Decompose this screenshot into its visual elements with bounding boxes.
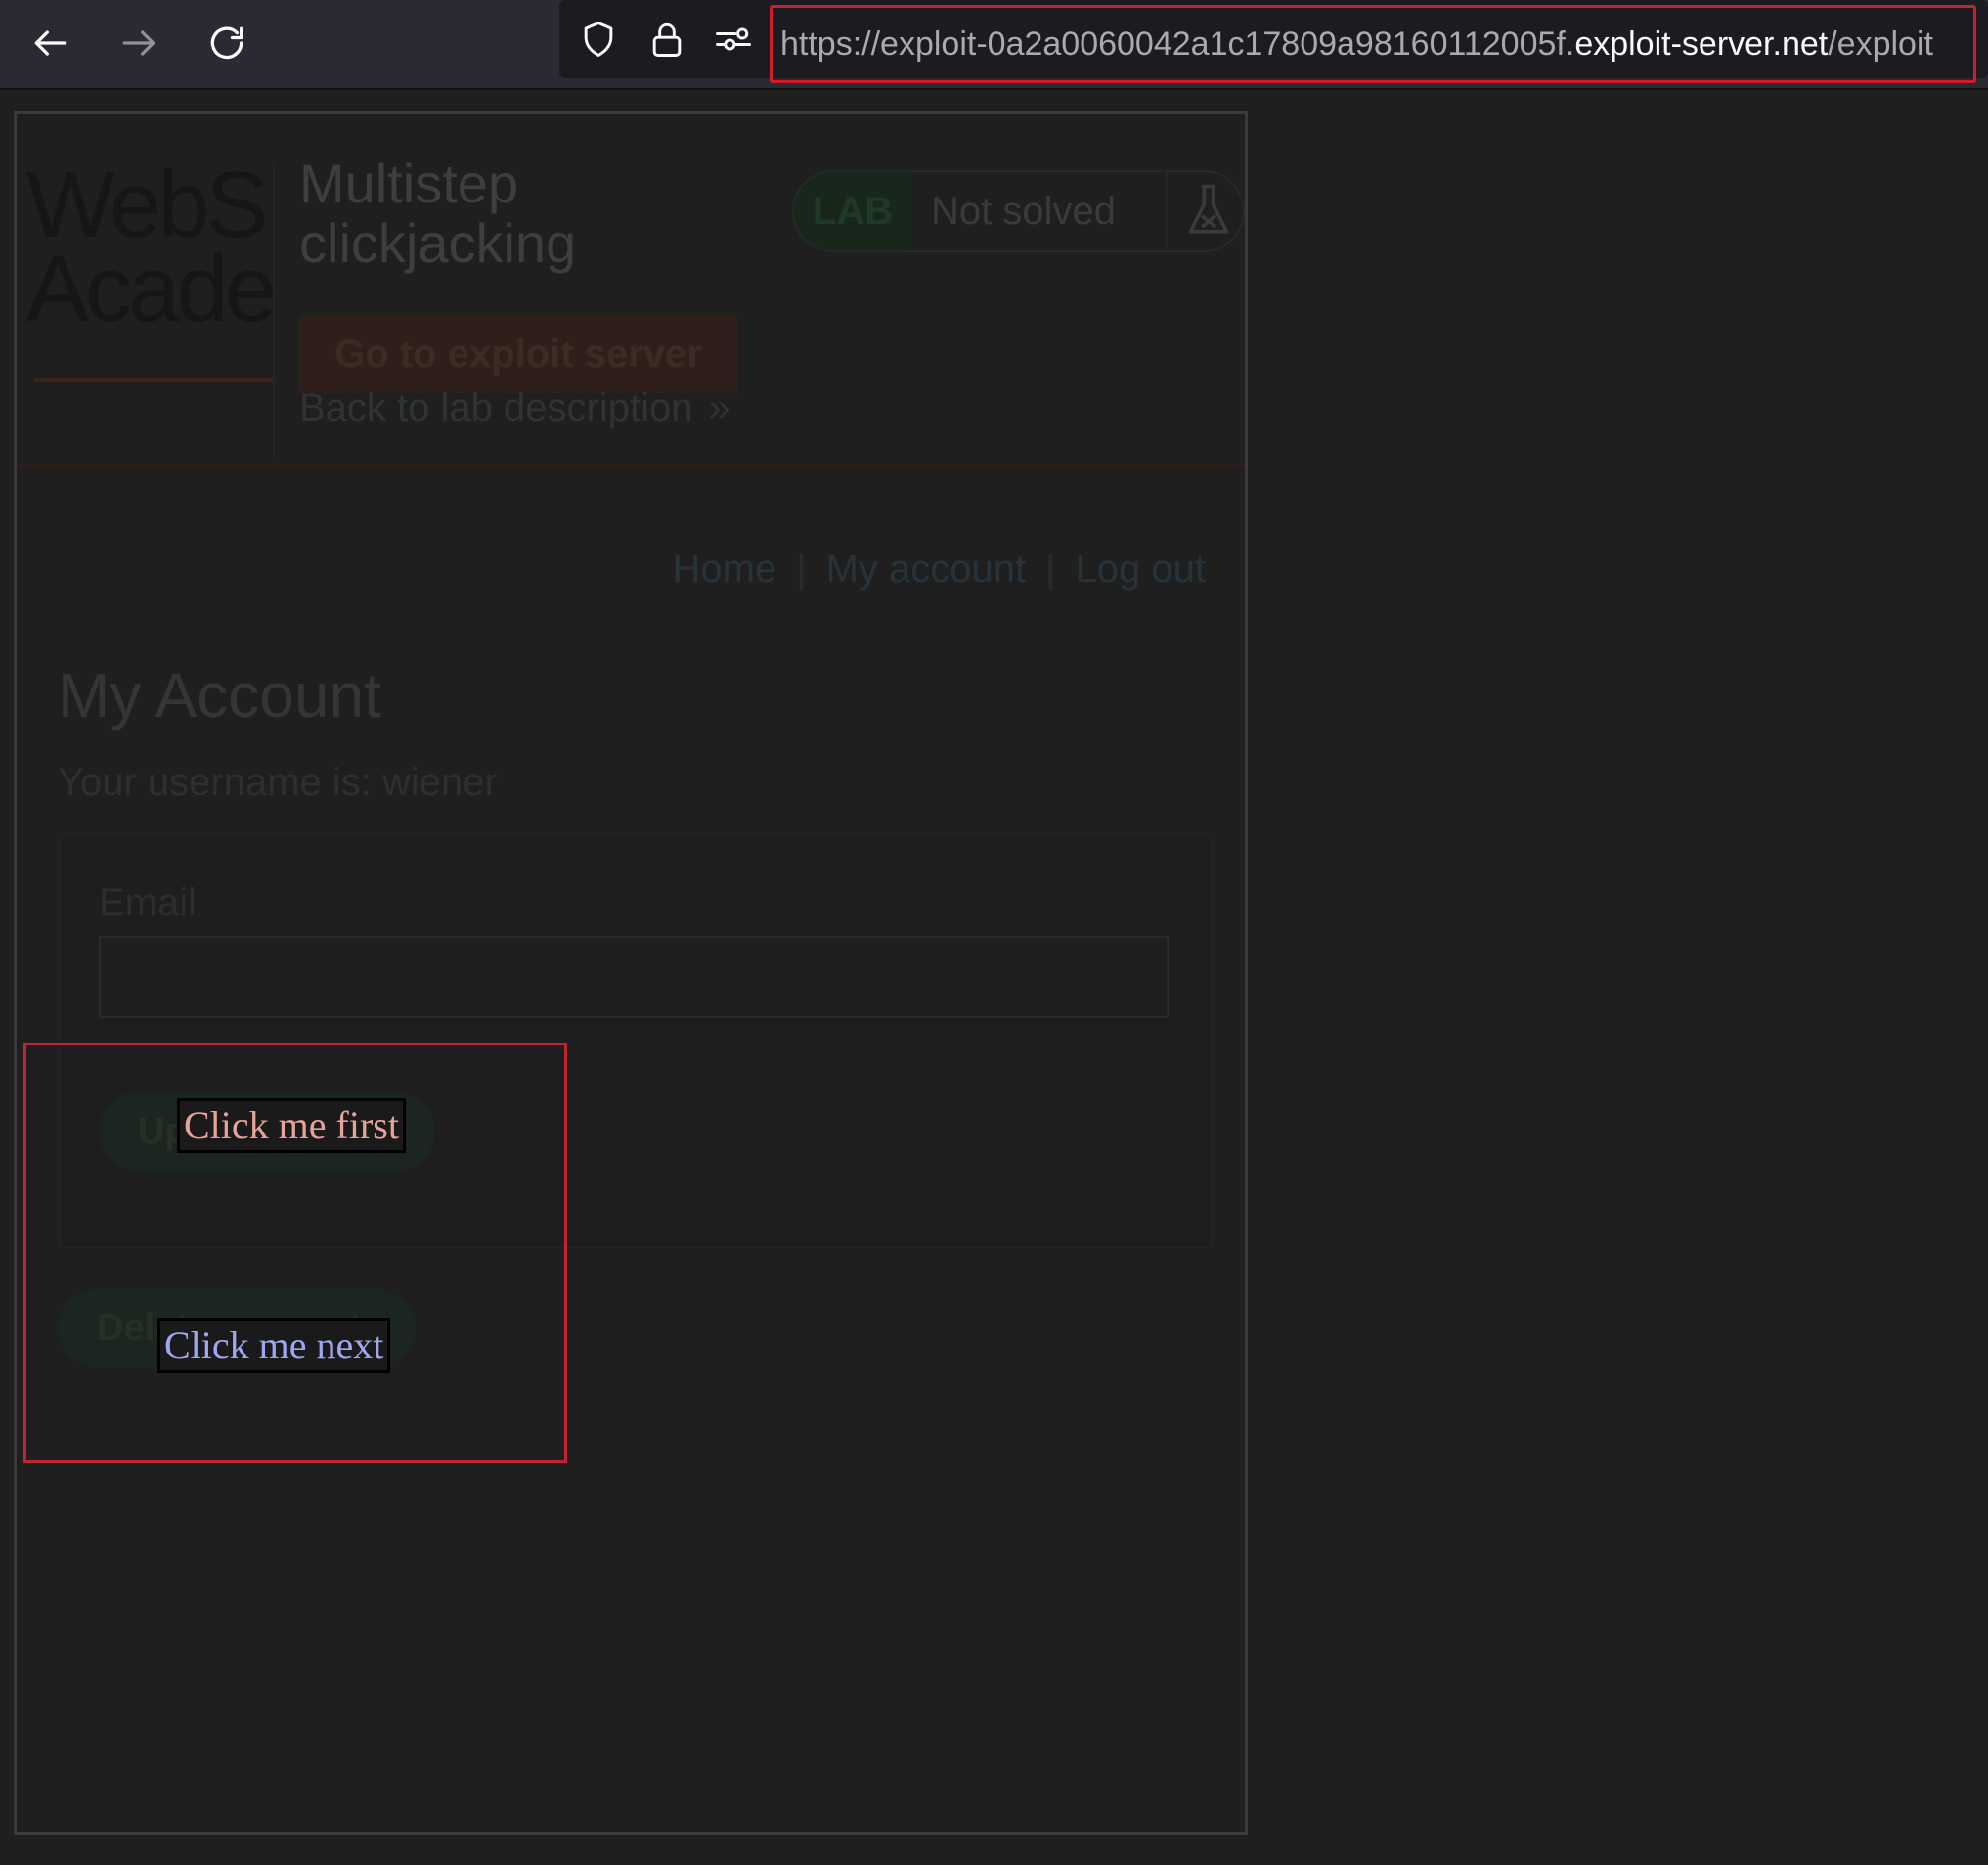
decoy-click-me-next[interactable]: Click me next bbox=[157, 1318, 391, 1373]
reload-button[interactable] bbox=[196, 20, 258, 67]
address-bar[interactable]: https://exploit-0a2a0060042a1c17809a9816… bbox=[559, 0, 1988, 83]
lab-status-badge: LAB Not solved bbox=[792, 170, 1245, 252]
logo-text-line-1: WebS bbox=[26, 163, 269, 257]
page-title: My Account bbox=[58, 660, 381, 731]
tracking-protection-button[interactable] bbox=[577, 18, 620, 61]
permissions-button[interactable] bbox=[712, 18, 755, 61]
nav-separator: | bbox=[1045, 548, 1056, 591]
lab-status-text: Not solved bbox=[931, 190, 1116, 233]
lab-title: Multistep clickjacking bbox=[299, 153, 577, 274]
back-arrow-icon bbox=[34, 30, 67, 56]
permissions-icon bbox=[716, 27, 751, 51]
badge-divider bbox=[1166, 172, 1168, 250]
site-security-button[interactable] bbox=[645, 18, 688, 61]
go-to-exploit-server-button[interactable]: Go to exploit server bbox=[299, 315, 737, 393]
username-text: Your username is: wiener bbox=[58, 761, 498, 804]
url-text[interactable]: https://exploit-0a2a0060042a1c17809a9816… bbox=[770, 5, 1976, 83]
forward-arrow-icon bbox=[122, 30, 155, 56]
back-link-label: Back to lab description bbox=[299, 386, 693, 429]
forward-button[interactable] bbox=[108, 20, 170, 67]
academy-logo: WebS Acade bbox=[26, 163, 275, 457]
url-prefix: https://exploit-0a2a0060042a1c17809a9816… bbox=[780, 24, 1575, 63]
lock-icon bbox=[652, 22, 682, 57]
reload-icon bbox=[210, 26, 243, 60]
logo-underline bbox=[34, 378, 273, 382]
top-navigation: Home | My account | Log out bbox=[673, 548, 1206, 592]
nav-my-account-link[interactable]: My account bbox=[826, 548, 1027, 591]
header-divider bbox=[17, 464, 1245, 469]
back-to-lab-description-link[interactable]: Back to lab description » bbox=[299, 386, 730, 430]
target-iframe: WebS Acade Multistep clickjacking LAB No… bbox=[14, 111, 1248, 1835]
url-path: /exploit bbox=[1828, 24, 1933, 63]
nav-home-link[interactable]: Home bbox=[673, 548, 777, 591]
logo-text-line-2: Acade bbox=[26, 237, 274, 341]
double-chevron-right-icon: » bbox=[708, 386, 730, 429]
flask-icon bbox=[1188, 184, 1229, 234]
lab-badge-label: LAB bbox=[794, 172, 911, 250]
back-button[interactable] bbox=[20, 20, 82, 67]
browser-toolbar: https://exploit-0a2a0060042a1c17809a9816… bbox=[0, 0, 1988, 90]
nav-log-out-link[interactable]: Log out bbox=[1076, 548, 1206, 591]
email-label: Email bbox=[99, 881, 198, 924]
url-domain: exploit-server.net bbox=[1574, 24, 1829, 63]
email-field[interactable] bbox=[99, 936, 1169, 1018]
nav-separator: | bbox=[796, 548, 807, 591]
shield-icon bbox=[584, 22, 613, 57]
decoy-click-me-first[interactable]: Click me first bbox=[177, 1098, 406, 1153]
